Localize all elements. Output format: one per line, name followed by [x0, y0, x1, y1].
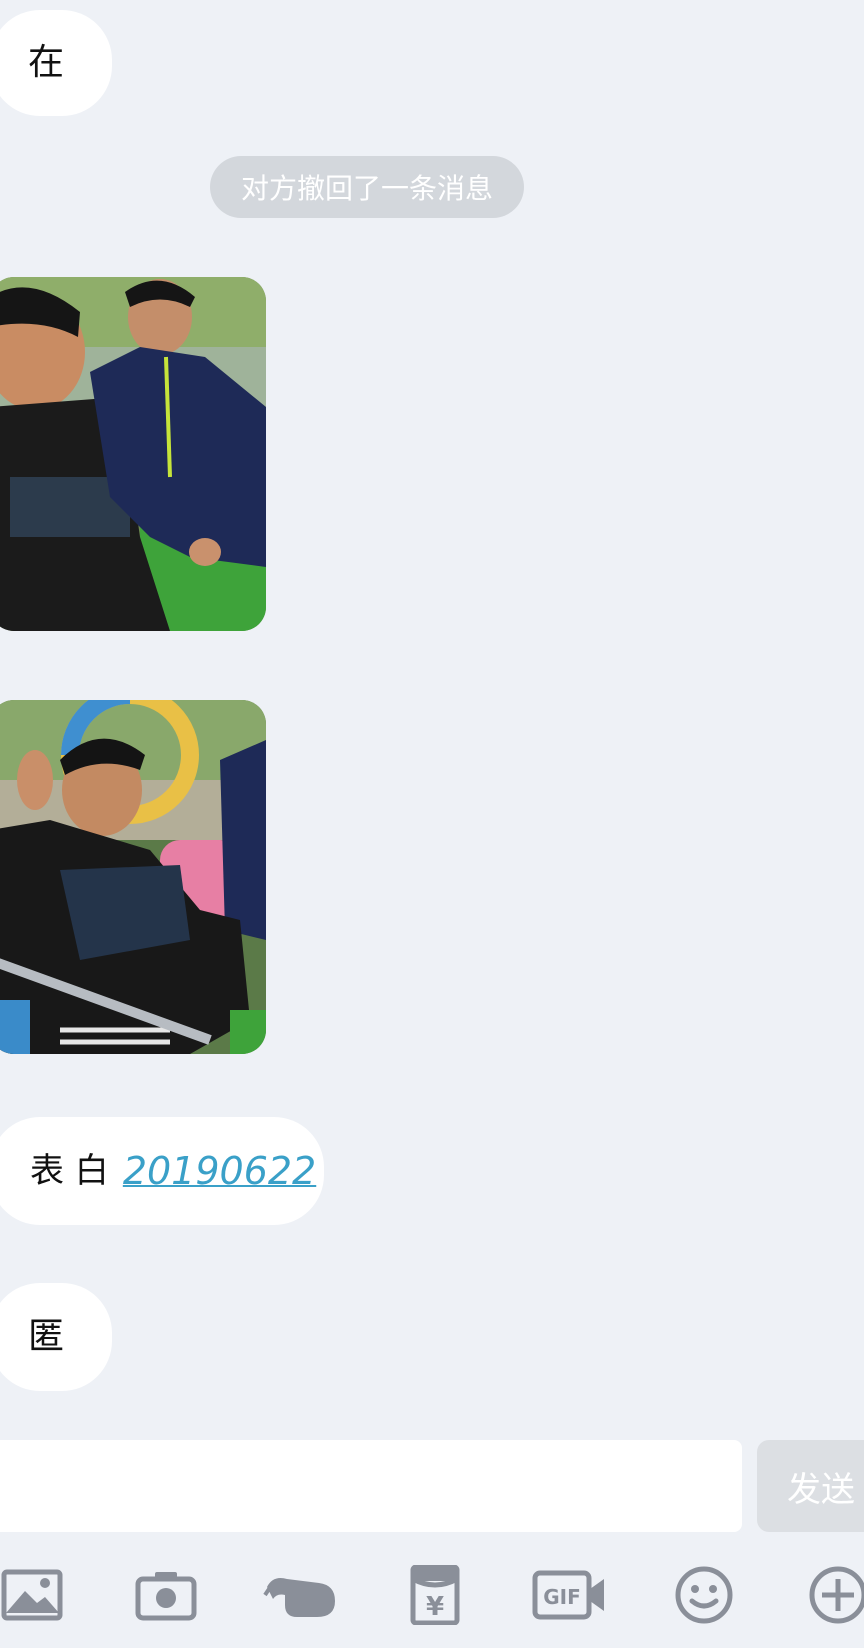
recall-notice: 对方撤回了一条消息: [210, 156, 524, 218]
message-bubble[interactable]: 匿: [0, 1283, 112, 1391]
red-packet-icon[interactable]: ¥: [395, 1555, 475, 1635]
photo-message[interactable]: [0, 700, 266, 1054]
gif-icon[interactable]: GIF: [530, 1555, 610, 1635]
message-text: 表 白: [30, 1151, 109, 1191]
camera-icon[interactable]: [126, 1555, 206, 1635]
svg-text:¥: ¥: [426, 1592, 444, 1622]
plus-icon[interactable]: [798, 1555, 864, 1635]
photo-image: [0, 700, 266, 1054]
message-text: 匿: [28, 1316, 65, 1357]
image-icon[interactable]: [0, 1555, 72, 1635]
poke-icon[interactable]: [261, 1555, 341, 1635]
message-text: 在: [28, 42, 65, 83]
photo-image: [0, 277, 266, 631]
svg-text:GIF: GIF: [543, 1585, 581, 1609]
recall-notice-text: 对方撤回了一条消息: [240, 172, 493, 205]
message-link[interactable]: 20190622: [123, 1152, 316, 1190]
input-toolbar: ¥ GIF: [0, 1555, 864, 1635]
emoji-icon[interactable]: [664, 1555, 744, 1635]
message-bubble[interactable]: 表 白 20190622: [0, 1117, 324, 1225]
chat-area: 在 对方撤回了一条消息 表 白 20190622 匿: [0, 0, 864, 1430]
message-bubble[interactable]: 在: [0, 10, 112, 116]
message-input[interactable]: [0, 1440, 742, 1532]
photo-message[interactable]: [0, 277, 266, 631]
send-button[interactable]: 发送: [757, 1440, 864, 1532]
